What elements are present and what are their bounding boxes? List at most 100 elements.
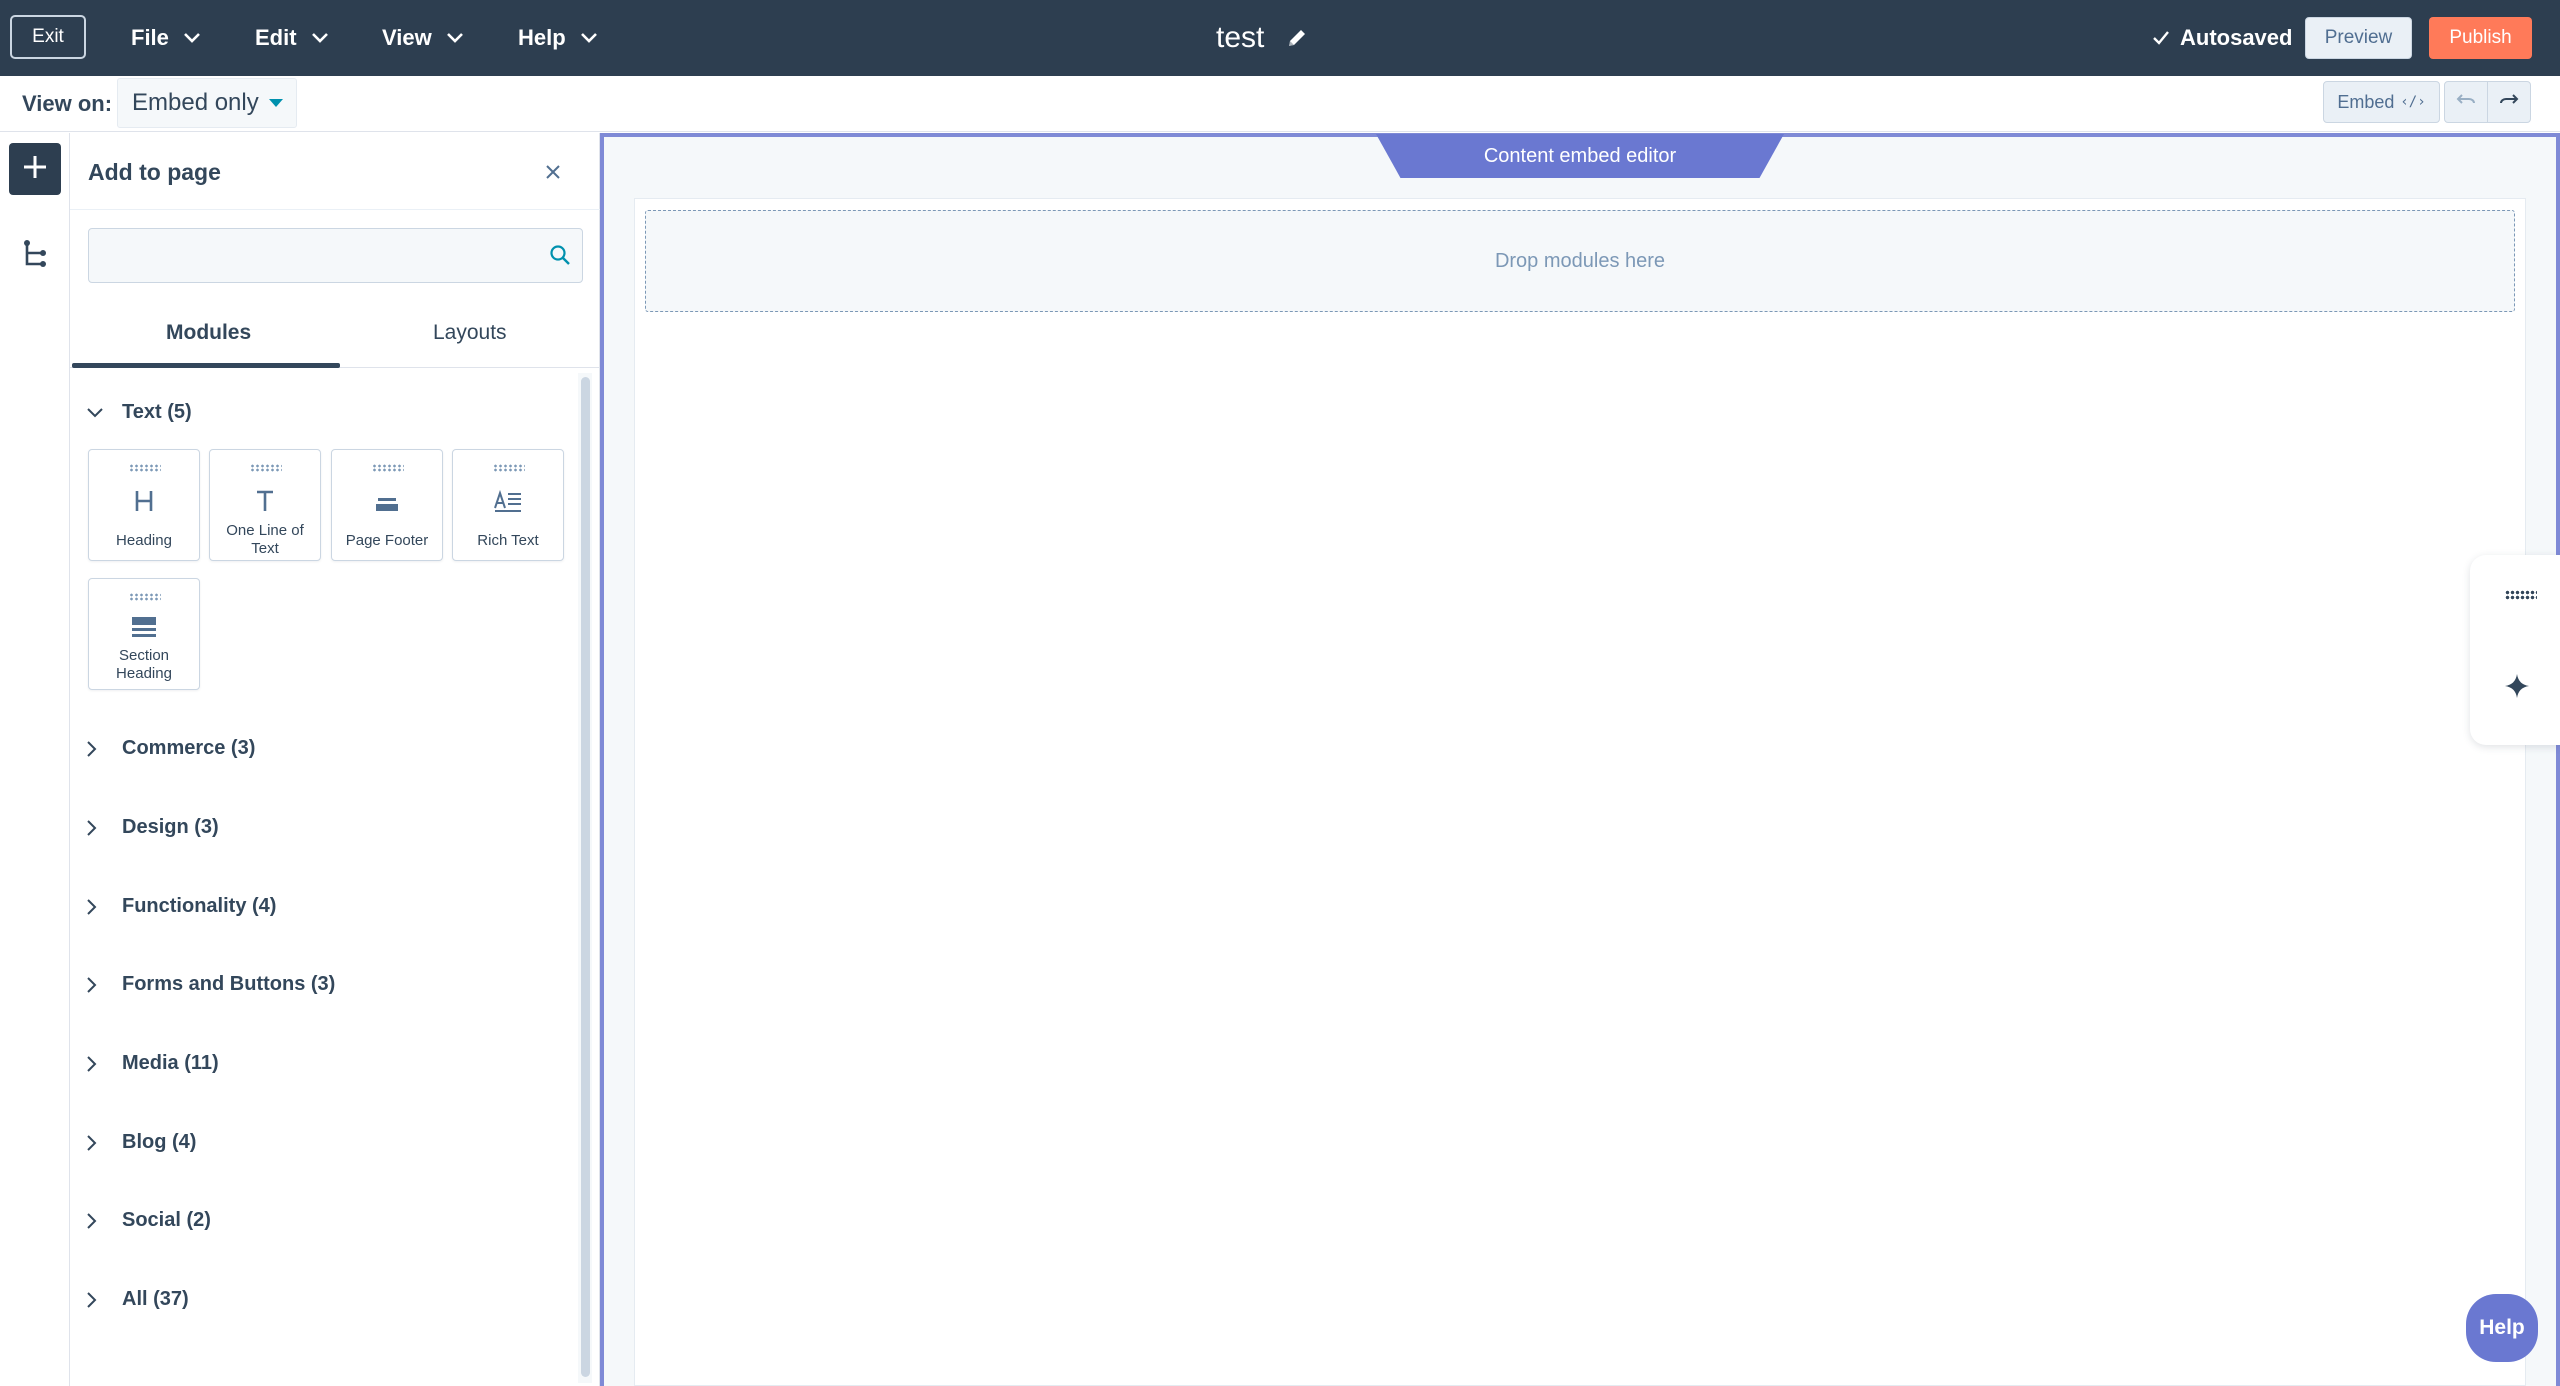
menu-file-label: File	[131, 25, 169, 50]
category-label: Functionality (4)	[122, 895, 277, 917]
chevron-down-icon	[446, 32, 464, 44]
view-on-value: Embed only	[132, 89, 259, 116]
autosaved-label: Autosaved	[2180, 25, 2293, 50]
category-label: Media (11)	[122, 1052, 219, 1074]
chevron-right-icon	[86, 1291, 108, 1309]
category-functionality[interactable]: Functionality (4)	[86, 895, 276, 918]
left-rail	[0, 133, 70, 1386]
chevron-down-icon	[86, 407, 108, 419]
menu-help-label: Help	[518, 25, 566, 50]
chevron-right-icon	[86, 898, 108, 916]
category-label: Commerce (3)	[122, 737, 256, 759]
module-search[interactable]	[88, 228, 583, 283]
module-label: Rich Text	[477, 532, 539, 549]
chevron-down-icon	[183, 32, 201, 44]
category-label: Text (5)	[122, 401, 192, 423]
redo-icon	[2499, 93, 2519, 112]
category-label: All (37)	[122, 1288, 189, 1310]
chevron-right-icon	[86, 1212, 108, 1230]
category-label: Social (2)	[122, 1209, 211, 1231]
content-embed-editor-label: Content embed editor	[1376, 134, 1784, 178]
view-on-label: View on:	[22, 91, 113, 116]
module-rich-text[interactable]: Rich Text	[452, 449, 564, 561]
module-label: Heading	[116, 532, 172, 549]
category-text[interactable]: Text (5)	[86, 401, 192, 424]
module-heading[interactable]: Heading	[88, 449, 200, 561]
drag-handle-icon[interactable]	[2505, 590, 2537, 600]
plus-icon	[21, 153, 49, 186]
exit-button[interactable]: Exit	[10, 15, 86, 59]
menu-edit[interactable]: Edit	[255, 0, 329, 76]
section-heading-icon	[89, 615, 199, 644]
module-label: Section Heading	[116, 647, 172, 682]
module-section-heading[interactable]: Section Heading	[88, 578, 200, 690]
module-label: Page Footer	[345, 532, 429, 549]
drag-handle-icon	[129, 593, 161, 601]
code-icon: ‹/›	[2400, 94, 2426, 110]
panel-title: Add to page	[88, 159, 221, 185]
canvas-page	[634, 198, 2526, 1386]
category-label: Forms and Buttons (3)	[122, 973, 336, 995]
view-bar: View on: Embed only Embed ‹/›	[0, 76, 2560, 132]
sparkle-icon[interactable]	[2504, 673, 2530, 704]
module-one-line-of-text[interactable]: One Line of Text	[209, 449, 321, 561]
category-label: Blog (4)	[122, 1131, 197, 1153]
chevron-right-icon	[86, 740, 108, 758]
footer-icon	[332, 488, 442, 519]
page-title: test	[1216, 21, 1265, 54]
text-icon	[210, 488, 320, 519]
redo-button[interactable]	[2487, 81, 2531, 123]
chevron-right-icon	[86, 819, 108, 837]
add-to-page-panel: Add to page Modules Layouts Text (5) Hea…	[70, 133, 600, 1386]
scrollbar-thumb[interactable]	[581, 377, 590, 1377]
chevron-right-icon	[86, 1055, 108, 1073]
search-icon	[549, 244, 571, 271]
search-input[interactable]	[89, 229, 529, 282]
rich-text-icon	[453, 488, 563, 519]
publish-button[interactable]: Publish	[2429, 17, 2532, 59]
top-bar: Exit File Edit View Help test Autosaved …	[0, 0, 2560, 76]
category-design[interactable]: Design (3)	[86, 816, 219, 839]
category-all[interactable]: All (37)	[86, 1288, 189, 1311]
caret-down-icon	[268, 99, 283, 107]
preview-button[interactable]: Preview	[2305, 17, 2412, 59]
help-button[interactable]: Help	[2466, 1294, 2538, 1362]
menu-file[interactable]: File	[131, 0, 201, 76]
view-on-dropdown[interactable]: Embed only	[117, 78, 297, 128]
menu-view[interactable]: View	[382, 0, 464, 76]
module-page-footer[interactable]: Page Footer	[331, 449, 443, 561]
category-blog[interactable]: Blog (4)	[86, 1131, 196, 1154]
embed-button[interactable]: Embed ‹/›	[2323, 81, 2440, 123]
drag-handle-icon	[493, 464, 525, 472]
drop-zone[interactable]: Drop modules here	[645, 210, 2515, 312]
tree-structure-icon[interactable]	[22, 239, 48, 274]
category-social[interactable]: Social (2)	[86, 1209, 211, 1232]
menu-help[interactable]: Help	[518, 0, 598, 76]
tab-modules[interactable]: Modules	[166, 321, 251, 345]
embed-label: Embed	[2337, 91, 2395, 112]
undo-button[interactable]	[2444, 81, 2488, 123]
chevron-right-icon	[86, 976, 108, 994]
check-icon	[2152, 30, 2170, 46]
drag-handle-icon	[372, 464, 404, 472]
menu-edit-label: Edit	[255, 25, 297, 50]
chevron-down-icon	[311, 32, 329, 44]
category-label: Design (3)	[122, 816, 219, 838]
panel-divider	[70, 209, 600, 210]
category-commerce[interactable]: Commerce (3)	[86, 737, 255, 760]
category-forms-and-buttons[interactable]: Forms and Buttons (3)	[86, 973, 335, 996]
tab-layouts[interactable]: Layouts	[433, 321, 507, 345]
drag-handle-icon	[129, 464, 161, 472]
category-media[interactable]: Media (11)	[86, 1052, 219, 1075]
active-tab-indicator	[72, 363, 340, 368]
floating-toolbar	[2470, 555, 2560, 745]
add-button[interactable]	[9, 143, 61, 195]
heading-icon	[89, 488, 199, 519]
chevron-down-icon	[580, 32, 598, 44]
close-icon[interactable]	[544, 163, 562, 186]
pencil-icon[interactable]	[1286, 27, 1308, 49]
autosaved-status: Autosaved	[2152, 0, 2292, 76]
page-title-area: test	[1216, 0, 1308, 76]
chevron-right-icon	[86, 1134, 108, 1152]
module-label: One Line of Text	[226, 522, 304, 557]
